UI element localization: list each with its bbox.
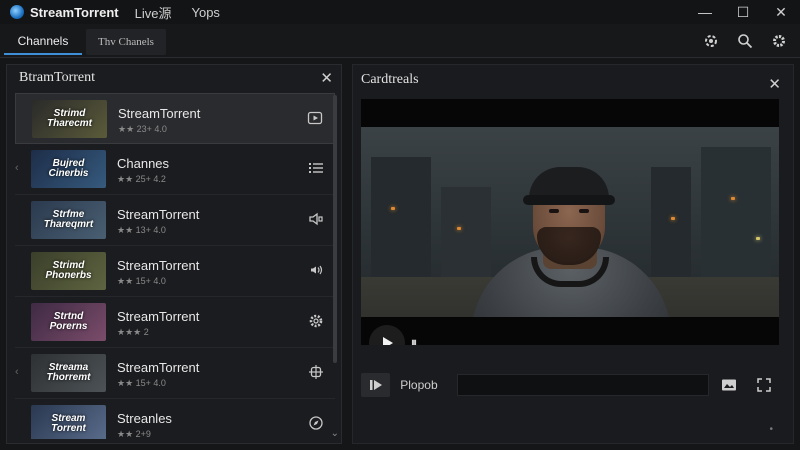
thumbnail-text: Strtnd Porerns xyxy=(49,311,88,332)
target-icon[interactable] xyxy=(307,363,325,381)
item-title: Channes xyxy=(117,156,170,171)
speaker-icon[interactable] xyxy=(307,210,325,228)
player-panel: Cardtreals ✕ ⏸ Plopob • xyxy=(352,64,794,444)
maximize-button[interactable]: ☐ xyxy=(724,0,762,24)
channel-list: Strimd Tharecmt StreamTorrent ★★ 23+ 4.0… xyxy=(15,93,335,439)
picture-icon[interactable] xyxy=(715,373,744,397)
window-light xyxy=(391,207,395,210)
list-item[interactable]: Strfme Thareqmrt StreamTorrent ★★ 13+ 4.… xyxy=(15,195,335,246)
video-frame xyxy=(361,127,779,345)
tab-bar: Channels Thv Chanels xyxy=(0,24,800,58)
window-light xyxy=(671,217,675,220)
item-title: StreamTorrent xyxy=(117,207,200,222)
item-rating: ★★ 2+9 xyxy=(117,429,151,439)
spinner-gear-icon[interactable] xyxy=(694,24,728,58)
item-title: StreamTorrent xyxy=(117,309,200,324)
video-player[interactable]: ⏸ xyxy=(361,99,779,345)
scrollbar[interactable] xyxy=(333,95,337,363)
thumbnail-text: Streama Thorremt xyxy=(46,362,91,383)
minimize-button[interactable]: — xyxy=(686,0,724,24)
compass-icon[interactable] xyxy=(307,414,325,432)
window-light xyxy=(731,197,735,200)
window-light xyxy=(756,237,760,240)
background-building xyxy=(701,147,771,287)
tab-thv-chanels[interactable]: Thv Chanels xyxy=(86,29,166,55)
person-eye xyxy=(579,209,589,213)
item-title: Streanles xyxy=(117,411,172,426)
thumbnail: Strimd Tharecmt xyxy=(32,100,107,138)
skip-play-button[interactable] xyxy=(361,373,391,397)
app-title: StreamTorrent xyxy=(30,4,119,20)
list-icon[interactable] xyxy=(307,159,325,177)
title-bar: StreamTorrent Live源 Yops — ☐ ✕ xyxy=(0,0,800,24)
chevron-left-icon: ‹ xyxy=(15,366,19,378)
thumbnail: Bujred Cinerbis xyxy=(31,150,106,188)
chevron-left-icon: ‹ xyxy=(15,162,19,174)
background-building xyxy=(651,167,691,287)
player-controls: Plopob xyxy=(361,371,779,399)
item-title: StreamTorrent xyxy=(117,360,200,375)
letterbox-bottom xyxy=(361,317,779,345)
thumbnail-text: Stream Torrent xyxy=(51,413,86,434)
list-item[interactable]: ‹ Streama Thorremt StreamTorrent ★★ 15+ … xyxy=(15,348,335,399)
item-rating: ★★ 15+ 4.0 xyxy=(117,276,166,286)
settings-gear-icon[interactable] xyxy=(762,24,796,58)
volume-icon[interactable] xyxy=(307,261,325,279)
status-dot: • xyxy=(769,424,773,435)
list-item[interactable]: Stream Torrent Streanles ★★ 2+9 xyxy=(15,399,335,439)
thumbnail: Strtnd Porerns xyxy=(31,303,106,341)
thumbnail-text: Strfme Thareqmrt xyxy=(43,209,94,230)
scroll-down-icon[interactable]: ⌄ xyxy=(331,428,339,439)
item-title: StreamTorrent xyxy=(118,106,201,121)
person-eye xyxy=(549,209,559,213)
app-logo-icon xyxy=(10,5,24,19)
list-item[interactable]: Strimd Phonerbs StreamTorrent ★★ 15+ 4.0 xyxy=(15,246,335,297)
list-item[interactable]: ‹ Bujred Cinerbis Channes ★★ 25+ 4.2 xyxy=(15,144,335,195)
item-rating: ★★ 23+ 4.0 xyxy=(118,124,167,134)
toolbar xyxy=(694,24,796,58)
panel-title: BtramTorrent xyxy=(19,70,95,85)
panel-close-icon[interactable]: ✕ xyxy=(320,69,333,87)
window-light xyxy=(457,227,461,230)
close-window-button[interactable]: ✕ xyxy=(762,0,800,24)
item-rating: ★★ 25+ 4.2 xyxy=(117,174,166,184)
playback-field[interactable] xyxy=(456,374,709,396)
list-item[interactable]: Strimd Tharecmt StreamTorrent ★★ 23+ 4.0 xyxy=(15,93,335,144)
item-rating: ★★ 15+ 4.0 xyxy=(117,378,166,388)
thumbnail-text: Strimd Tharecmt xyxy=(46,108,92,129)
thumbnail-text: Bujred Cinerbis xyxy=(48,158,89,179)
thumbnail-text: Strimd Phonerbs xyxy=(45,260,92,281)
player-panel-title: Cardtreals xyxy=(361,72,419,87)
channel-list-panel: BtramTorrent ✕ Strimd Tharecmt StreamTor… xyxy=(6,64,342,444)
list-item[interactable]: Strtnd Porerns StreamTorrent ★★★ 2 xyxy=(15,297,335,348)
background-building xyxy=(371,157,431,287)
tab-channels[interactable]: Channels xyxy=(4,29,82,55)
fullscreen-icon[interactable] xyxy=(750,373,779,397)
controls-label: Plopob xyxy=(400,378,438,392)
panel-header: BtramTorrent ✕ xyxy=(7,65,341,91)
letterbox-top xyxy=(361,99,779,127)
item-rating: ★★ 13+ 4.0 xyxy=(117,225,166,235)
gear-icon[interactable] xyxy=(307,312,325,330)
item-title: StreamTorrent xyxy=(117,258,200,273)
window-controls: — ☐ ✕ xyxy=(686,0,800,24)
menu-item-live[interactable]: Live源 xyxy=(135,3,172,22)
background-building xyxy=(441,187,491,287)
thumbnail: Strimd Phonerbs xyxy=(31,252,106,290)
person-cap-brim xyxy=(523,195,615,205)
thumbnail: Strfme Thareqmrt xyxy=(31,201,106,239)
player-close-icon[interactable]: ✕ xyxy=(768,75,781,93)
item-rating: ★★★ 2 xyxy=(117,327,149,337)
menu-item-yops[interactable]: Yops xyxy=(191,5,219,20)
pause-icon[interactable]: ⏸ xyxy=(411,335,417,345)
play-box-icon[interactable] xyxy=(306,109,324,127)
search-icon[interactable] xyxy=(728,24,762,58)
thumbnail: Stream Torrent xyxy=(31,405,106,439)
thumbnail: Streama Thorremt xyxy=(31,354,106,392)
